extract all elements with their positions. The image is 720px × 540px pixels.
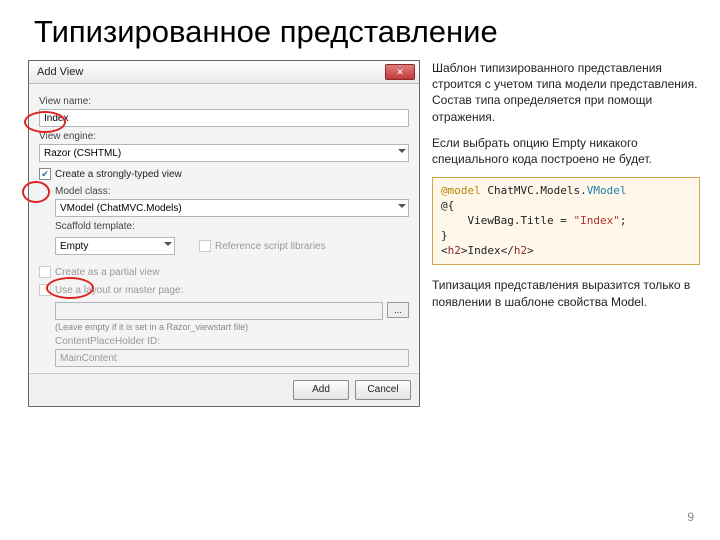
strongly-typed-checkbox[interactable]: ✔ xyxy=(39,168,51,180)
close-icon[interactable]: ✕ xyxy=(385,64,415,80)
code-snippet: @model ChatMVC.Models.VModel @{ ViewBag.… xyxy=(432,177,700,265)
cancel-button[interactable]: Cancel xyxy=(355,380,411,400)
slide-title: Типизированное представление xyxy=(0,0,720,56)
label-content-ph: ContentPlaceHolder ID: xyxy=(55,336,409,347)
browse-button[interactable]: ... xyxy=(387,302,409,318)
para-2: Если выбрать опцию Empty никакого специа… xyxy=(432,135,700,167)
add-button[interactable]: Add xyxy=(293,380,349,400)
label-view-name: View name: xyxy=(39,96,409,107)
layout-path-input[interactable] xyxy=(55,302,383,320)
label-strongly-typed: Create a strongly-typed view xyxy=(55,169,182,180)
content-ph-input[interactable] xyxy=(55,349,409,367)
use-layout-checkbox[interactable] xyxy=(39,284,51,296)
model-class-select[interactable] xyxy=(55,199,409,217)
model-class-value[interactable] xyxy=(55,199,409,217)
label-scaffold: Scaffold template: xyxy=(55,221,409,232)
scaffold-value[interactable] xyxy=(55,237,175,255)
para-1: Шаблон типизированного представления стр… xyxy=(432,60,700,125)
dialog-screenshot: Add View ✕ View name: View engine: ✔ Cre… xyxy=(28,60,420,407)
view-engine-select[interactable] xyxy=(39,144,409,162)
label-view-engine: View engine: xyxy=(39,131,409,142)
explanation-column: Шаблон типизированного представления стр… xyxy=(432,60,700,407)
view-name-input[interactable] xyxy=(39,109,409,127)
view-engine-value[interactable] xyxy=(39,144,409,162)
para-3: Типизация представления выразится только… xyxy=(432,277,700,309)
label-reference-libs: Reference script libraries xyxy=(215,241,326,252)
content-row: Add View ✕ View name: View engine: ✔ Cre… xyxy=(0,56,720,407)
dialog-title: Add View xyxy=(37,66,83,78)
dialog-body: View name: View engine: ✔ Create a stron… xyxy=(29,84,419,373)
add-view-dialog: Add View ✕ View name: View engine: ✔ Cre… xyxy=(28,60,420,407)
page-number: 9 xyxy=(687,510,694,524)
partial-view-checkbox[interactable] xyxy=(39,266,51,278)
reference-libs-checkbox[interactable] xyxy=(199,240,211,252)
dialog-titlebar: Add View ✕ xyxy=(29,61,419,84)
hint-leave-empty: (Leave empty if it is set in a Razor_vie… xyxy=(39,322,409,332)
label-use-layout: Use a layout or master page: xyxy=(55,285,183,296)
dialog-button-bar: Add Cancel xyxy=(29,373,419,406)
label-model-class: Model class: xyxy=(55,186,409,197)
label-partial-view: Create as a partial view xyxy=(55,267,160,278)
scaffold-select[interactable] xyxy=(55,237,175,255)
